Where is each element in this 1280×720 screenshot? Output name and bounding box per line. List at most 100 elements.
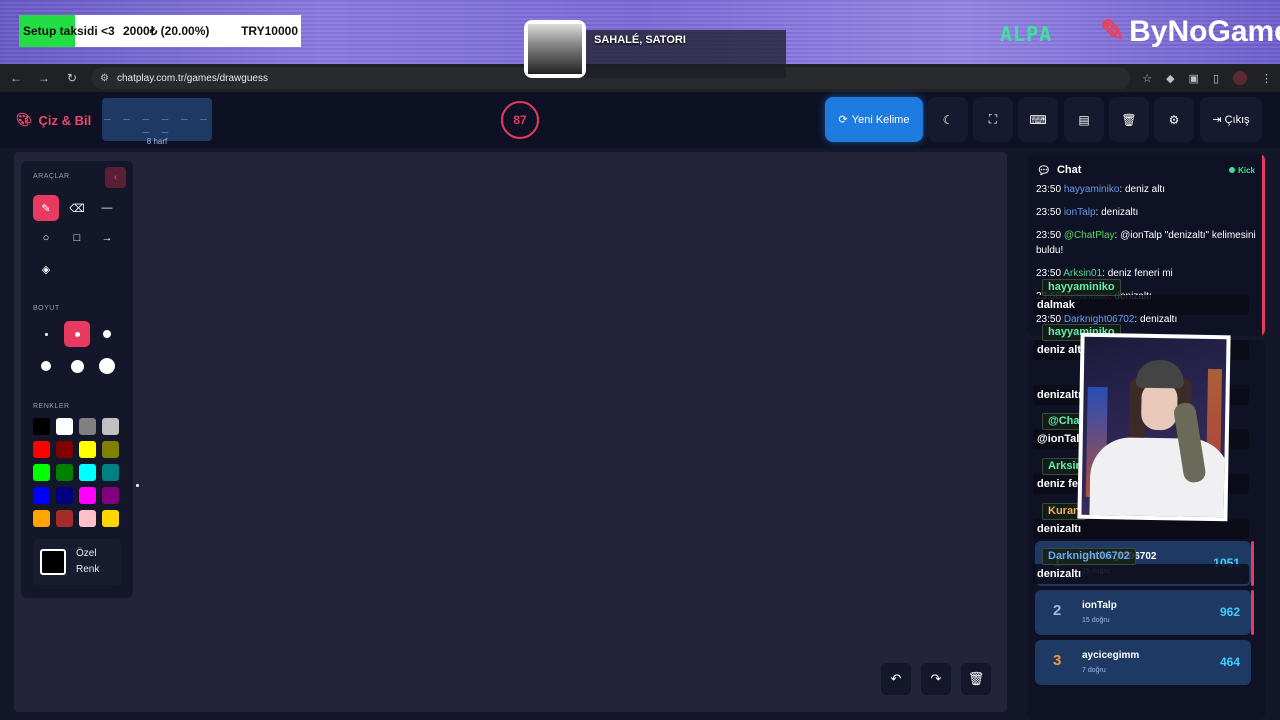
leaderboard-score: 962 xyxy=(1219,605,1240,619)
screen: Setup taksidi <3 2000₺ (20.00%) TRY10000… xyxy=(0,0,1280,720)
chat-timestamp: 23:50 xyxy=(1036,184,1064,195)
leaderboard-name: aycicegimm xyxy=(1082,650,1140,661)
trash-icon: 🗑︎ xyxy=(967,671,985,686)
app-header: 🎨︎ Çiz & Bil _ _ _ _ _ _ _ _ 8 harf 87 ⟳… xyxy=(0,92,1280,148)
color-swatch[interactable] xyxy=(79,510,96,527)
color-swatch[interactable] xyxy=(79,418,96,435)
color-swatch[interactable] xyxy=(102,487,119,504)
square-icon: □ xyxy=(73,232,81,244)
circle-icon: ○ xyxy=(42,232,50,244)
chat-username[interactable]: ionTalp xyxy=(1064,207,1096,218)
size-xs[interactable] xyxy=(33,321,59,347)
color-swatch[interactable] xyxy=(56,441,73,458)
overlay-chat-text: denizaltı xyxy=(1037,568,1082,580)
tool-panel: ARAÇLAR ‹ ✎ ⌫ — ○ □ → ◈ BOYUT RENKLER Öz… xyxy=(21,161,133,598)
paint-bucket-icon: ◈ xyxy=(41,263,51,276)
redo-button[interactable]: ↷ xyxy=(921,663,951,695)
color-swatch[interactable] xyxy=(102,418,119,435)
undo-button[interactable]: ↶ xyxy=(881,663,911,695)
back-icon[interactable]: ← xyxy=(8,70,24,86)
archive-button[interactable]: ▤ xyxy=(1064,97,1104,142)
donation-target: TRY10000 xyxy=(241,24,298,38)
color-swatch[interactable] xyxy=(33,464,50,481)
chat-text: : denizaltı xyxy=(1095,207,1139,218)
color-swatch[interactable] xyxy=(56,487,73,504)
chevron-left-icon: ‹ xyxy=(113,172,118,183)
brand-mark-icon: ✎ xyxy=(1100,15,1126,48)
size-xl[interactable] xyxy=(64,353,90,379)
site-info-icon[interactable]: ⚙ xyxy=(100,73,109,84)
custom-color-button[interactable]: Özel Renk xyxy=(33,539,121,585)
arrow-tool[interactable]: → xyxy=(94,225,120,251)
chat-username[interactable]: @ChatPlay xyxy=(1064,230,1115,241)
overlay-chat-text: denizaltı xyxy=(1037,523,1082,535)
exit-button[interactable]: ⇥ Çıkış xyxy=(1200,97,1262,142)
size-sm[interactable] xyxy=(64,321,90,347)
color-swatch[interactable] xyxy=(102,510,119,527)
sidebar-icon[interactable]: ▯ xyxy=(1213,72,1219,85)
delete-button[interactable]: 🗑︎ xyxy=(1109,97,1149,142)
circle-tool[interactable]: ○ xyxy=(33,225,59,251)
size-md[interactable] xyxy=(94,321,120,347)
overlay-chat-message: denizaltı xyxy=(1033,519,1249,539)
line-tool[interactable]: — xyxy=(94,195,120,221)
overlay-chat-text: deniz altı xyxy=(1037,344,1085,356)
keyboard-icon: ⌨ xyxy=(1029,112,1047,127)
moon-icon: ☾ xyxy=(942,112,954,127)
chat-username[interactable]: hayyaminiko xyxy=(1064,184,1120,195)
forward-icon[interactable]: → xyxy=(36,70,52,86)
color-swatch[interactable] xyxy=(56,418,73,435)
chat-text: : deniz feneri mi xyxy=(1102,268,1173,279)
color-swatch[interactable] xyxy=(79,441,96,458)
archive-icon: ▤ xyxy=(1078,112,1090,127)
clear-canvas-button[interactable]: 🗑︎ xyxy=(961,663,991,695)
palette-icon: 🎨︎ xyxy=(16,112,33,127)
word-blanks: _ _ _ _ _ _ _ _ xyxy=(104,107,210,133)
custom-color-preview xyxy=(40,549,66,575)
color-swatch[interactable] xyxy=(33,441,50,458)
color-swatch[interactable] xyxy=(79,487,96,504)
chat-text: : deniz altı xyxy=(1119,184,1165,195)
color-swatch[interactable] xyxy=(33,418,50,435)
chat-message: 23:50 @ChatPlay: @ionTalp "denizaltı" ke… xyxy=(1036,228,1258,258)
donation-goal-widget: Setup taksidi <3 2000₺ (20.00%) TRY10000 xyxy=(19,15,301,47)
brush-tool[interactable]: ✎ xyxy=(33,195,59,221)
extensions-puzzle-icon[interactable]: ▣ xyxy=(1189,72,1199,85)
fullscreen-button[interactable]: ⛶ xyxy=(973,97,1013,142)
extension-icon[interactable]: ◆ xyxy=(1166,72,1174,85)
color-swatch[interactable] xyxy=(33,510,50,527)
eraser-tool[interactable]: ⌫ xyxy=(64,195,90,221)
chat-timestamp: 23:50 xyxy=(1036,230,1064,241)
settings-button[interactable]: ⚙ xyxy=(1154,97,1194,142)
dark-mode-button[interactable]: ☾ xyxy=(928,97,968,142)
keyboard-button[interactable]: ⌨ xyxy=(1018,97,1058,142)
new-word-button[interactable]: ⟳ Yeni Kelime xyxy=(825,97,923,142)
color-swatch[interactable] xyxy=(102,441,119,458)
now-playing-title: SAHALÉ, SATORI xyxy=(594,34,686,46)
color-swatch[interactable] xyxy=(33,487,50,504)
size-lg[interactable] xyxy=(33,353,59,379)
color-swatch[interactable] xyxy=(79,464,96,481)
alpa-logo: ALPA xyxy=(1000,22,1053,46)
rectangle-tool[interactable]: □ xyxy=(64,225,90,251)
word-letter-count: 8 harf xyxy=(146,137,168,146)
chat-username[interactable]: Arksin01 xyxy=(1063,268,1102,279)
color-swatch[interactable] xyxy=(102,464,119,481)
overlay-chat-username: hayyaminiko xyxy=(1042,279,1121,296)
profile-avatar[interactable] xyxy=(1233,71,1247,85)
size-xxl[interactable] xyxy=(94,353,120,379)
line-icon: — xyxy=(101,202,113,214)
browser-menu-icon[interactable]: ⋮ xyxy=(1261,72,1272,85)
chat-scrollbar[interactable] xyxy=(1262,154,1265,336)
color-swatch[interactable] xyxy=(56,464,73,481)
fill-tool[interactable]: ◈ xyxy=(33,256,59,282)
app-logo[interactable]: 🎨︎ Çiz & Bil xyxy=(16,112,91,128)
bookmark-star-icon[interactable]: ☆ xyxy=(1142,72,1152,85)
collapse-panel-button[interactable]: ‹ xyxy=(105,167,126,188)
now-playing-widget: SAHALÉ, SATORI xyxy=(524,20,786,78)
drawing-canvas[interactable] xyxy=(14,152,1007,712)
brand-logo-text: ByNoGame xyxy=(1129,14,1280,48)
color-swatch[interactable] xyxy=(56,510,73,527)
reload-icon[interactable]: ↻ xyxy=(64,70,80,86)
undo-icon: ↶ xyxy=(890,671,902,686)
